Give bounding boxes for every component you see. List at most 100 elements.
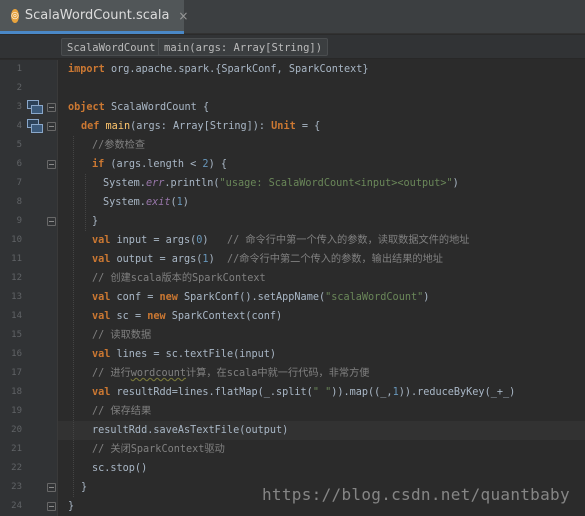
code-token: exit bbox=[145, 197, 171, 208]
code-line[interactable]: // 读取数据 bbox=[92, 326, 151, 345]
breadcrumb-method[interactable]: main(args: Array[String]) bbox=[158, 38, 329, 56]
code-token: // 进行 bbox=[92, 368, 131, 379]
line-number: 4 bbox=[16, 121, 22, 131]
code-line[interactable]: val input = args(0) // 命令行中第一个传入的参数，读取数据… bbox=[92, 231, 470, 250]
code-token: val bbox=[92, 311, 111, 322]
code-line[interactable]: } bbox=[81, 478, 87, 497]
code-token: .println( bbox=[164, 178, 220, 189]
code-token: import bbox=[68, 64, 105, 75]
code-editor[interactable]: import org.apache.spark.{SparkConf, Spar… bbox=[57, 60, 585, 516]
fold-toggle-icon[interactable] bbox=[47, 483, 56, 492]
code-token: // 读取数据 bbox=[92, 330, 152, 341]
code-token: def bbox=[81, 121, 100, 132]
fold-toggle-icon[interactable] bbox=[47, 217, 56, 226]
line-number: 8 bbox=[16, 197, 22, 207]
code-token: sc.stop() bbox=[92, 463, 148, 474]
code-token: System. bbox=[103, 197, 146, 208]
code-token: if bbox=[92, 159, 105, 170]
watermark-text: https://blog.csdn.net/quantbaby bbox=[262, 485, 570, 504]
code-token: = { bbox=[295, 121, 321, 132]
line-number: 10 bbox=[11, 235, 22, 245]
code-line[interactable]: val resultRdd=lines.flatMap(_.split(" ")… bbox=[92, 383, 515, 402]
code-token: //参数检查 bbox=[92, 140, 146, 151]
code-line[interactable]: //参数检查 bbox=[92, 136, 145, 155]
code-token: val bbox=[92, 235, 111, 246]
code-token: resultRdd.saveAsTextFile(output) bbox=[92, 425, 289, 436]
code-token: SparkConf().setAppName( bbox=[177, 292, 326, 303]
code-token: ) bbox=[202, 235, 227, 246]
code-line[interactable]: val output = args(1) //命令行中第二个传入的参数，输出结果… bbox=[92, 250, 443, 269]
code-token: ScalaWordCount { bbox=[104, 102, 210, 113]
code-token: object bbox=[68, 102, 105, 113]
code-line[interactable]: // 创建scala版本的SparkContext bbox=[92, 269, 266, 288]
code-line[interactable]: System.err.println("usage: ScalaWordCoun… bbox=[103, 174, 459, 193]
code-token: } bbox=[81, 482, 88, 493]
code-line[interactable]: sc.stop() bbox=[92, 459, 147, 478]
line-number: 1 bbox=[16, 64, 22, 74]
code-token: val bbox=[92, 387, 111, 398]
code-token: (args: Array[String]): bbox=[130, 121, 272, 132]
line-number: 13 bbox=[11, 292, 22, 302]
line-number: 9 bbox=[16, 216, 22, 226]
code-token: // 创建scala版本的SparkContext bbox=[92, 273, 266, 284]
code-token: "scalaWordCount" bbox=[325, 292, 424, 303]
code-token: System. bbox=[103, 178, 146, 189]
code-token: val bbox=[92, 254, 111, 265]
tab-scala-word-count[interactable]: ◎ ScalaWordCount.scala × bbox=[0, 0, 188, 34]
code-token: // 保存结果 bbox=[92, 406, 152, 417]
close-icon[interactable]: × bbox=[178, 9, 188, 23]
code-line[interactable]: val sc = new SparkContext(conf) bbox=[92, 307, 282, 326]
code-token: )).map((_, bbox=[331, 387, 393, 398]
fold-toggle-icon[interactable] bbox=[47, 160, 56, 169]
code-line[interactable]: val conf = new SparkConf().setAppName("s… bbox=[92, 288, 429, 307]
code-line[interactable]: // 进行wordcount计算，在scala中就一行代码，非常方便 bbox=[92, 364, 369, 383]
line-number: 12 bbox=[11, 273, 22, 283]
code-token: //命令行中第二个传入的参数，输出结果的地址 bbox=[226, 254, 443, 265]
line-number: 7 bbox=[16, 178, 22, 188]
code-token: ) bbox=[182, 197, 189, 208]
code-token: // 命令行中第一个传入的参数，读取数据文件的地址 bbox=[226, 235, 470, 246]
code-token: )).reduceByKey(_+_) bbox=[398, 387, 516, 398]
code-line[interactable]: if (args.length < 2) { bbox=[92, 155, 227, 174]
code-line[interactable]: import org.apache.spark.{SparkConf, Spar… bbox=[68, 60, 369, 79]
code-line[interactable]: resultRdd.saveAsTextFile(output) bbox=[92, 421, 288, 440]
code-line[interactable]: System.exit(1) bbox=[103, 193, 189, 212]
code-token: } bbox=[68, 501, 75, 512]
code-token: ) bbox=[208, 254, 227, 265]
code-token: input = args( bbox=[110, 235, 197, 246]
line-number: 5 bbox=[16, 140, 22, 150]
run-gutter-icon[interactable] bbox=[27, 100, 43, 114]
line-number: 2 bbox=[16, 83, 22, 93]
code-token: Unit bbox=[271, 121, 296, 132]
editor-tab-bar: ◎ ScalaWordCount.scala × bbox=[0, 0, 585, 34]
code-token: wordcount bbox=[130, 368, 186, 379]
line-number: 14 bbox=[11, 311, 22, 321]
code-token: ) bbox=[452, 178, 459, 189]
breadcrumb-object[interactable]: ScalaWordCount bbox=[61, 38, 162, 56]
code-line[interactable]: // 关闭SparkContext驱动 bbox=[92, 440, 225, 459]
code-line[interactable]: def main(args: Array[String]): Unit = { bbox=[81, 117, 320, 136]
code-line[interactable]: val lines = sc.textFile(input) bbox=[92, 345, 276, 364]
tab-file-name: ScalaWordCount.scala bbox=[24, 8, 170, 23]
code-line[interactable]: object ScalaWordCount { bbox=[68, 98, 209, 117]
code-line[interactable]: // 保存结果 bbox=[92, 402, 151, 421]
line-number: 6 bbox=[16, 159, 22, 169]
fold-toggle-icon[interactable] bbox=[47, 502, 56, 511]
line-number: 11 bbox=[11, 254, 22, 264]
code-line[interactable]: } bbox=[92, 212, 98, 231]
code-token: ) bbox=[423, 292, 430, 303]
run-gutter-icon[interactable] bbox=[27, 119, 43, 133]
line-number-gutter: 1 2 3 4 5 6 7 8 9 10 11 12 13 14 15 16 17 18 19 20 21 22 23 24 bbox=[0, 60, 57, 516]
code-token: lines = sc.textFile(input) bbox=[110, 349, 277, 360]
code-token: new bbox=[147, 311, 166, 322]
indent-guide bbox=[85, 174, 86, 231]
code-token: "usage: ScalaWordCount<input><output>" bbox=[219, 178, 453, 189]
code-line[interactable]: } bbox=[68, 497, 74, 516]
fold-toggle-icon[interactable] bbox=[47, 122, 56, 131]
line-number: 19 bbox=[11, 406, 22, 416]
fold-toggle-icon[interactable] bbox=[47, 103, 56, 112]
line-number: 18 bbox=[11, 387, 22, 397]
code-token: err bbox=[145, 178, 165, 189]
line-number: 16 bbox=[11, 349, 22, 359]
code-token: output = args( bbox=[110, 254, 203, 265]
